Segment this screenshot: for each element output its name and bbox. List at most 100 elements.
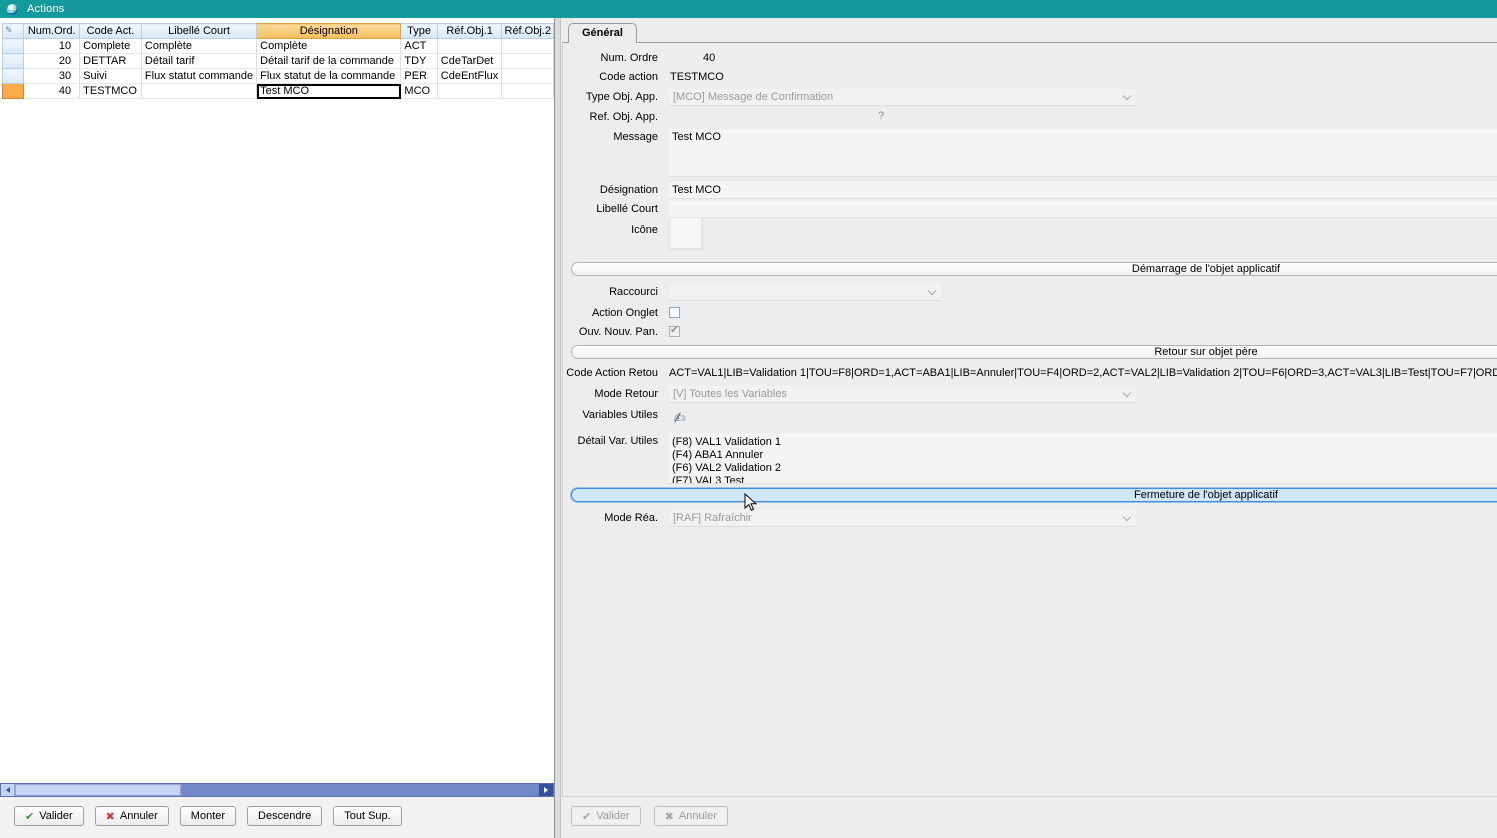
x-icon: ✖ xyxy=(665,811,674,822)
cell-ref-obj-2[interactable] xyxy=(502,69,554,84)
app-icon xyxy=(7,4,18,15)
column-header-ref-obj-1[interactable]: Réf.Obj.1 xyxy=(437,24,502,39)
descendre-label: Descendre xyxy=(258,810,311,822)
message-label: Message xyxy=(563,131,658,143)
icone-box[interactable] xyxy=(669,217,702,249)
cell-designation[interactable]: Détail tarif de la commande xyxy=(257,54,401,69)
libelle-court-field[interactable] xyxy=(669,201,1497,218)
action-onglet-label: Action Onglet xyxy=(563,307,658,319)
grid-button-bar: ✔Valider ✖Annuler Monter Descendre Tout … xyxy=(14,806,402,826)
monter-button[interactable]: Monter xyxy=(180,806,236,826)
code-action-retour-label: Code Action Retou xyxy=(563,367,658,379)
detail-var-utiles-field[interactable]: (F8) VAL1 Validation 1 (F4) ABA1 Annuler… xyxy=(669,433,1497,484)
ouv-nouv-pan-checkbox[interactable] xyxy=(669,326,680,337)
cell-num-ord[interactable]: 30 xyxy=(24,69,80,84)
row-selector-active[interactable] xyxy=(3,84,24,99)
edit-pencil-icon: ✎ xyxy=(5,25,13,38)
detail-panel: Général Num. Ordre 40 Code action TESTMC… xyxy=(561,18,1497,838)
grid-row-selected[interactable]: 40 TESTMCO Test MCO MCO xyxy=(3,84,554,99)
chevron-down-icon xyxy=(1123,389,1131,397)
grid-row[interactable]: 10 Complete Complète Complète ACT xyxy=(3,39,554,54)
tout-sup-button[interactable]: Tout Sup. xyxy=(333,806,401,826)
grid-row[interactable]: 20 DETTAR Détail tarif Détail tarif de l… xyxy=(3,54,554,69)
cell-libelle-court[interactable] xyxy=(141,84,256,99)
mode-rea-select[interactable]: [RAF] Rafraîchir xyxy=(669,510,1136,527)
column-header-libelle-court[interactable]: Libellé Court xyxy=(141,24,256,39)
annuler-label: Annuler xyxy=(120,810,158,822)
message-value: Test MCO xyxy=(672,131,721,143)
cell-ref-obj-1[interactable]: CdeTarDet xyxy=(437,54,502,69)
section-fermeture[interactable]: Fermeture de l'objet applicatif xyxy=(571,488,1497,502)
cell-type[interactable]: ACT xyxy=(401,39,437,54)
help-question-mark[interactable]: ? xyxy=(878,110,884,122)
cell-ref-obj-2[interactable] xyxy=(502,39,554,54)
horizontal-scrollbar[interactable] xyxy=(0,783,554,797)
check-icon: ✔ xyxy=(25,811,34,822)
cell-num-ord[interactable]: 10 xyxy=(24,39,80,54)
cell-type[interactable]: TDY xyxy=(401,54,437,69)
designation-field[interactable]: Test MCO xyxy=(669,182,1497,199)
column-header-num-ord[interactable]: Num.Ord. xyxy=(24,24,80,39)
ref-obj-app-field[interactable] xyxy=(669,109,869,125)
scroll-right-button[interactable] xyxy=(539,784,553,796)
mode-rea-value: [RAF] Rafraîchir xyxy=(669,510,1120,527)
cell-libelle-court[interactable]: Flux statut commande xyxy=(141,69,256,84)
row-selector[interactable] xyxy=(3,54,24,69)
grid-corner-cell[interactable]: ✎ xyxy=(3,24,24,39)
cell-code-act[interactable]: Complete xyxy=(80,39,142,54)
cell-ref-obj-1[interactable]: CdeEntFlux xyxy=(437,69,502,84)
row-selector[interactable] xyxy=(3,39,24,54)
column-header-code-act[interactable]: Code Act. xyxy=(80,24,142,39)
row-selector[interactable] xyxy=(3,69,24,84)
valider-button[interactable]: ✔Valider xyxy=(14,806,84,826)
descendre-button[interactable]: Descendre xyxy=(247,806,322,826)
cell-ref-obj-2[interactable] xyxy=(502,54,554,69)
message-field[interactable]: Test MCO xyxy=(669,129,1497,177)
cell-num-ord[interactable]: 40 xyxy=(24,84,80,99)
variables-utiles-label: Variables Utiles xyxy=(563,409,658,421)
cell-libelle-court[interactable]: Détail tarif xyxy=(141,54,256,69)
cell-code-act[interactable]: DETTAR xyxy=(80,54,142,69)
cell-type[interactable]: PER xyxy=(401,69,437,84)
num-ordre-value[interactable]: 40 xyxy=(703,52,715,64)
annuler-button[interactable]: ✖Annuler xyxy=(95,806,169,826)
cell-designation-editing[interactable]: Test MCO xyxy=(257,84,401,99)
grid-row[interactable]: 30 Suivi Flux statut commande Flux statu… xyxy=(3,69,554,84)
cell-designation[interactable]: Complète xyxy=(257,39,401,54)
cell-ref-obj-1[interactable] xyxy=(437,84,502,99)
icone-label: Icône xyxy=(563,224,658,236)
cell-designation[interactable]: Flux statut de la commande xyxy=(257,69,401,84)
raccourci-label: Raccourci xyxy=(563,286,658,298)
cell-ref-obj-1[interactable] xyxy=(437,39,502,54)
code-action-retour-value[interactable]: ACT=VAL1|LIB=Validation 1|TOU=F8|ORD=1,A… xyxy=(669,367,1497,379)
column-header-designation[interactable]: Désignation xyxy=(257,24,401,39)
section-fermeture-label: Fermeture de l'objet applicatif xyxy=(1134,489,1278,501)
cell-type[interactable]: MCO xyxy=(401,84,437,99)
column-header-type[interactable]: Type xyxy=(401,24,437,39)
column-header-ref-obj-2[interactable]: Réf.Obj.2 xyxy=(502,24,554,39)
tab-general-label: Général xyxy=(582,27,623,39)
cell-ref-obj-2[interactable] xyxy=(502,84,554,99)
form-annuler-button[interactable]: ✖Annuler xyxy=(654,806,728,826)
type-obj-app-label: Type Obj. App. xyxy=(563,91,658,103)
raccourci-select[interactable] xyxy=(669,284,941,301)
form-valider-button[interactable]: ✔Valider xyxy=(571,806,641,826)
mode-retour-select[interactable]: [V] Toutes les Variables xyxy=(669,386,1136,403)
tab-general[interactable]: Général xyxy=(568,23,637,43)
general-form: Num. Ordre 40 Code action TESTMCO Type O… xyxy=(562,42,1497,797)
cell-code-act[interactable]: TESTMCO xyxy=(80,84,142,99)
variables-utiles-button[interactable]: ✍ xyxy=(667,407,691,429)
designation-value: Test MCO xyxy=(672,184,721,196)
action-onglet-checkbox[interactable] xyxy=(669,307,680,318)
code-action-value[interactable]: TESTMCO xyxy=(670,71,724,83)
type-obj-app-select[interactable]: [MCO] Message de Confirmation xyxy=(669,89,1136,106)
scroll-left-button[interactable] xyxy=(1,784,15,796)
form-valider-label: Valider xyxy=(596,810,629,822)
cell-code-act[interactable]: Suivi xyxy=(80,69,142,84)
triangle-left-icon xyxy=(6,787,10,793)
scrollbar-thumb[interactable] xyxy=(15,784,181,796)
detail-var-utiles-label: Détail Var. Utiles xyxy=(563,435,658,447)
section-retour-label: Retour sur objet père xyxy=(1154,346,1257,358)
cell-num-ord[interactable]: 20 xyxy=(24,54,80,69)
cell-libelle-court[interactable]: Complète xyxy=(141,39,256,54)
